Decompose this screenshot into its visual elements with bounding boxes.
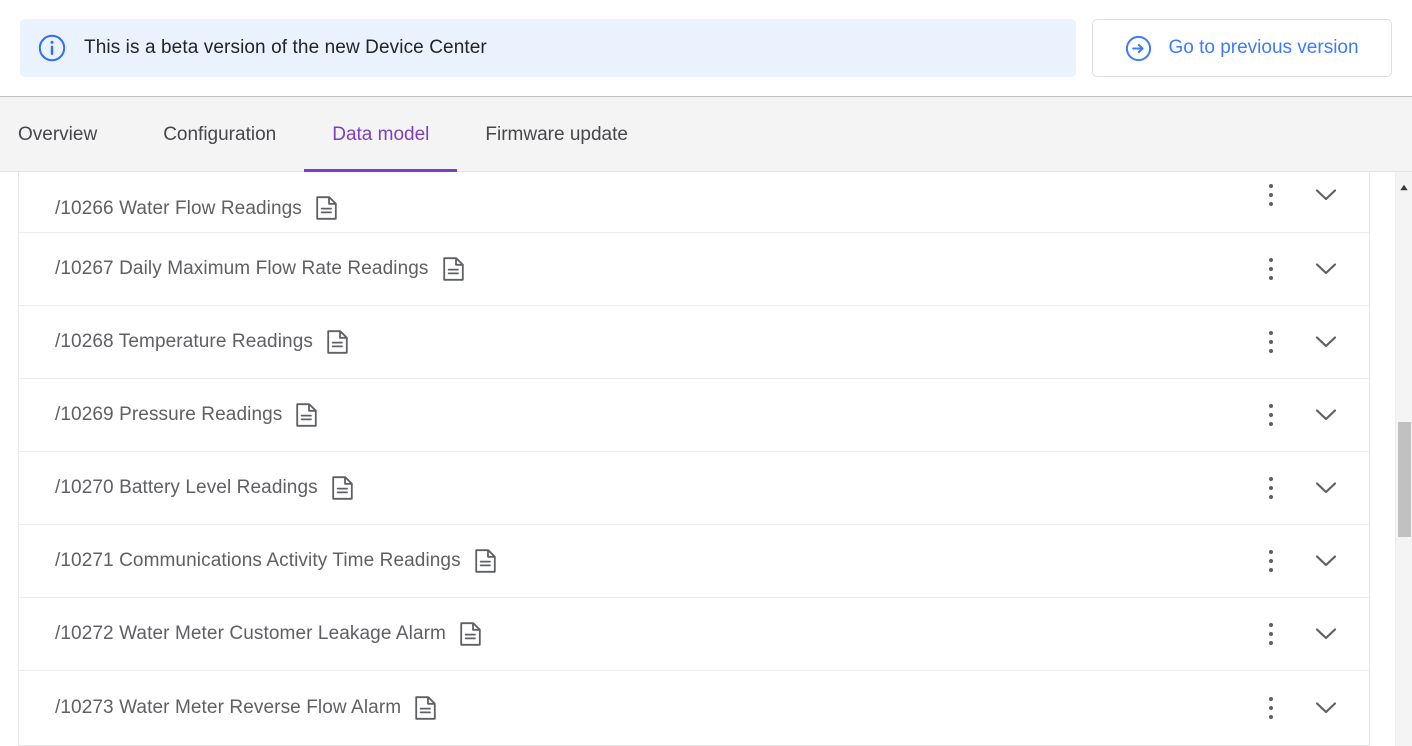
table-row[interactable]: /10272 Water Meter Customer Leakage Alar… <box>19 598 1369 671</box>
go-to-previous-version-label: Go to previous version <box>1168 37 1359 58</box>
scroll-up-arrow-icon[interactable] <box>1400 178 1409 191</box>
row-actions <box>1249 609 1359 659</box>
row-label: /10271 Communications Activity Time Read… <box>55 550 461 571</box>
tab-data-model[interactable]: Data model <box>304 97 458 172</box>
table-row[interactable]: /10271 Communications Activity Time Read… <box>19 525 1369 598</box>
chevron-down-icon[interactable] <box>1293 683 1359 733</box>
arrow-right-circle-icon <box>1125 35 1152 62</box>
row-actions <box>1249 244 1359 294</box>
document-icon <box>316 196 337 220</box>
document-icon <box>332 476 353 500</box>
beta-banner-strip: This is a beta version of the new Device… <box>0 0 1412 96</box>
kebab-menu-icon[interactable] <box>1249 536 1293 586</box>
go-to-previous-version-button[interactable]: Go to previous version <box>1092 19 1392 77</box>
tab-overview[interactable]: Overview <box>0 97 135 172</box>
document-icon <box>296 403 318 427</box>
chevron-down-icon[interactable] <box>1293 317 1359 367</box>
device-center-page: This is a beta version of the new Device… <box>0 0 1412 746</box>
data-model-list: /10266 Water Flow Readings /10267 Daily <box>18 172 1370 746</box>
chevron-down-icon[interactable] <box>1293 609 1359 659</box>
row-actions <box>1249 390 1359 440</box>
document-icon <box>460 622 481 646</box>
tab-overview-label: Overview <box>18 123 98 145</box>
scrollbar-thumb[interactable] <box>1398 422 1411 537</box>
row-actions <box>1249 463 1359 513</box>
chevron-down-icon[interactable] <box>1293 536 1359 586</box>
tab-configuration[interactable]: Configuration <box>135 97 304 172</box>
document-icon <box>442 257 464 281</box>
tab-configuration-label: Configuration <box>163 123 277 145</box>
tab-data-model-label: Data model <box>332 123 430 145</box>
kebab-menu-icon[interactable] <box>1249 390 1293 440</box>
tab-firmware-update[interactable]: Firmware update <box>457 97 656 172</box>
row-label: /10266 Water Flow Readings <box>55 198 302 219</box>
document-icon <box>415 695 436 720</box>
table-row[interactable]: /10269 Pressure Readings <box>19 379 1369 452</box>
beta-notice-banner: This is a beta version of the new Device… <box>20 19 1076 77</box>
row-actions <box>1249 683 1359 733</box>
chevron-down-icon[interactable] <box>1293 172 1359 220</box>
kebab-menu-icon[interactable] <box>1249 317 1293 367</box>
kebab-menu-icon[interactable] <box>1249 244 1293 294</box>
tab-firmware-update-label: Firmware update <box>485 123 628 145</box>
table-row[interactable]: /10270 Battery Level Readings <box>19 452 1369 525</box>
document-icon <box>327 330 348 354</box>
kebab-menu-icon[interactable] <box>1249 463 1293 513</box>
row-label: /10272 Water Meter Customer Leakage Alar… <box>55 623 446 644</box>
row-actions <box>1249 317 1359 367</box>
row-label: /10267 Daily Maximum Flow Rate Readings <box>55 258 429 279</box>
device-tabs: Overview Configuration Data model Firmwa… <box>0 96 1412 172</box>
table-row[interactable]: /10266 Water Flow Readings <box>19 172 1369 233</box>
row-actions <box>1249 172 1359 220</box>
vertical-scrollbar[interactable] <box>1395 172 1412 746</box>
chevron-down-icon[interactable] <box>1293 463 1359 513</box>
kebab-menu-icon[interactable] <box>1249 609 1293 659</box>
chevron-down-icon[interactable] <box>1293 390 1359 440</box>
row-label: /10270 Battery Level Readings <box>55 477 318 498</box>
row-label: /10269 Pressure Readings <box>55 404 283 425</box>
chevron-down-icon[interactable] <box>1293 244 1359 294</box>
row-actions <box>1249 536 1359 586</box>
info-circle-icon <box>38 34 66 62</box>
table-row[interactable]: /10273 Water Meter Reverse Flow Alarm <box>19 671 1369 744</box>
table-row[interactable]: /10268 Temperature Readings <box>19 306 1369 379</box>
document-icon <box>475 549 496 573</box>
table-row[interactable]: /10267 Daily Maximum Flow Rate Readings <box>19 233 1369 306</box>
kebab-menu-icon[interactable] <box>1249 683 1293 733</box>
kebab-menu-icon[interactable] <box>1249 172 1293 220</box>
row-label: /10268 Temperature Readings <box>55 331 313 352</box>
row-label: /10273 Water Meter Reverse Flow Alarm <box>55 696 402 718</box>
beta-banner-message: This is a beta version of the new Device… <box>84 37 487 58</box>
